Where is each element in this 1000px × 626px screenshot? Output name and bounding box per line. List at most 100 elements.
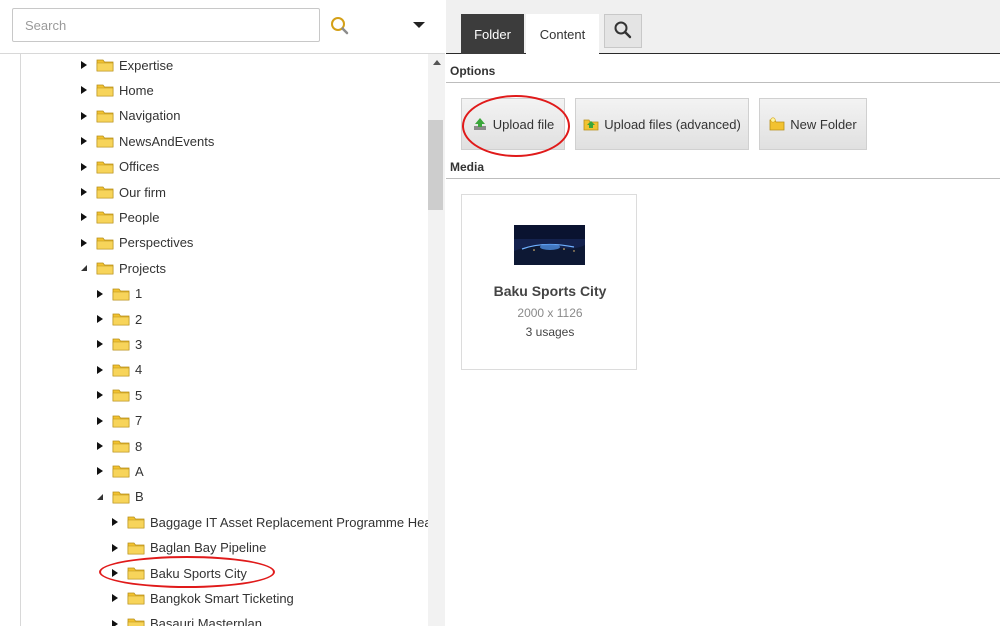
tree-node-label: 2 (135, 311, 143, 327)
tab-folder[interactable]: Folder (461, 14, 524, 54)
folder-icon (112, 490, 130, 504)
expand-arrow-icon[interactable] (109, 542, 121, 554)
tree-node[interactable]: 3 (94, 333, 142, 355)
tree-scrollbar[interactable] (428, 54, 445, 626)
tree-node[interactable]: Perspectives (78, 232, 193, 254)
expand-arrow-icon[interactable] (94, 465, 106, 477)
tree-node[interactable]: People (78, 206, 159, 228)
collapse-arrow-icon[interactable] (94, 491, 106, 503)
tree-node[interactable]: Baglan Bay Pipeline (109, 537, 266, 559)
tree-node[interactable]: 1 (94, 283, 142, 305)
folder-icon (96, 210, 114, 224)
expand-arrow-icon[interactable] (94, 338, 106, 350)
tab-content[interactable]: Content (526, 14, 599, 54)
tree-node[interactable]: Bangkok Smart Ticketing (109, 587, 294, 609)
tree-node-label: Basauri Masterplan (150, 616, 262, 626)
tree-node-label: Offices (119, 159, 160, 175)
tree-node[interactable]: Home (78, 79, 154, 101)
tree-node[interactable]: Navigation (78, 105, 180, 127)
tree-node[interactable]: Basauri Masterplan (109, 613, 262, 626)
tree-node-label: Baggage IT Asset Replacement Programme H… (150, 514, 428, 530)
folder-icon (127, 566, 145, 580)
folder-icon (112, 414, 130, 428)
expand-arrow-icon[interactable] (78, 84, 90, 96)
expand-arrow-icon[interactable] (78, 186, 90, 198)
folder-icon (112, 337, 130, 351)
upload-folder-icon (583, 116, 599, 132)
expand-arrow-icon[interactable] (109, 567, 121, 579)
folder-icon (96, 160, 114, 174)
folder-icon (96, 185, 114, 199)
expand-arrow-icon[interactable] (109, 618, 121, 626)
scroll-up-icon[interactable] (428, 54, 445, 70)
tree-node[interactable]: Offices (78, 156, 159, 178)
tree-node[interactable]: Our firm (78, 181, 166, 203)
content-tree-pane: Expertise Home Navigation NewsAndEvents Offi… (0, 0, 445, 626)
expand-arrow-icon[interactable] (78, 211, 90, 223)
folder-icon (112, 312, 130, 326)
upload-file-button[interactable]: Upload file (461, 98, 565, 150)
folder-icon (127, 617, 145, 626)
expand-arrow-icon[interactable] (94, 415, 106, 427)
new-folder-button[interactable]: New Folder (759, 98, 867, 150)
tree-node-label: People (119, 209, 160, 225)
tree-node[interactable]: Projects (78, 257, 166, 279)
tree-node-label: Expertise (119, 57, 174, 73)
tree-node-label: Projects (119, 260, 166, 276)
tree-node-label: B (135, 489, 144, 505)
folder-icon (112, 464, 130, 478)
upload-file-label: Upload file (492, 116, 555, 132)
media-thumbnail (514, 225, 585, 265)
tree-node[interactable]: A (94, 460, 144, 482)
tree-node[interactable]: Baku Sports City (109, 561, 249, 584)
collapse-arrow-icon[interactable] (78, 262, 90, 274)
expand-arrow-icon[interactable] (78, 161, 90, 173)
expand-arrow-icon[interactable] (78, 110, 90, 122)
folder-icon (112, 439, 130, 453)
tree-node[interactable]: 5 (94, 384, 142, 406)
tree-node-label: Baku Sports City (150, 565, 247, 581)
upload-files-advanced-button[interactable]: Upload files (advanced) (575, 98, 749, 150)
expand-arrow-icon[interactable] (94, 288, 106, 300)
search-icon (613, 20, 633, 43)
tree-node[interactable]: 2 (94, 308, 142, 330)
expand-arrow-icon[interactable] (94, 313, 106, 325)
media-item-card[interactable]: Baku Sports City 2000 x 1126 3 usages (461, 194, 637, 370)
tree-node-label: A (135, 463, 144, 479)
search-icon[interactable] (326, 12, 354, 40)
folder-icon (127, 591, 145, 605)
tree-node-label: 1 (135, 286, 143, 302)
ribbon-search-button[interactable] (604, 14, 642, 48)
tree-node[interactable]: B (94, 486, 144, 508)
scrollbar-thumb[interactable] (428, 120, 443, 210)
expand-arrow-icon[interactable] (109, 516, 121, 528)
editor-pane: Folder Content Options Upload file Uploa… (446, 0, 1000, 626)
expand-arrow-icon[interactable] (78, 59, 90, 71)
folder-icon (112, 363, 130, 377)
expand-arrow-icon[interactable] (109, 592, 121, 604)
expand-arrow-icon[interactable] (78, 237, 90, 249)
expand-arrow-icon[interactable] (94, 364, 106, 376)
tree-guide-line (20, 54, 21, 626)
tree-node[interactable]: NewsAndEvents (78, 130, 214, 152)
content-tree: Expertise Home Navigation NewsAndEvents Offi… (0, 54, 428, 626)
tree-node[interactable]: 7 (94, 410, 142, 432)
folder-icon (96, 58, 114, 72)
new-folder-label: New Folder (790, 116, 857, 132)
tree-node-label: Navigation (119, 108, 181, 124)
chevron-down-icon[interactable] (409, 13, 429, 37)
folder-icon (96, 109, 114, 123)
tree-node[interactable]: Baggage IT Asset Replacement Programme H… (109, 511, 428, 533)
tree-node[interactable]: 8 (94, 435, 142, 457)
tree-node-label: 4 (135, 362, 143, 378)
tree-node[interactable]: Expertise (78, 54, 173, 76)
expand-arrow-icon[interactable] (94, 440, 106, 452)
tree-node-label: 3 (135, 336, 143, 352)
media-item-name: Baku Sports City (493, 283, 607, 299)
search-input[interactable] (12, 8, 320, 42)
expand-arrow-icon[interactable] (78, 135, 90, 147)
folder-icon (127, 515, 145, 529)
folder-icon (112, 287, 130, 301)
expand-arrow-icon[interactable] (94, 389, 106, 401)
tree-node[interactable]: 4 (94, 359, 142, 381)
